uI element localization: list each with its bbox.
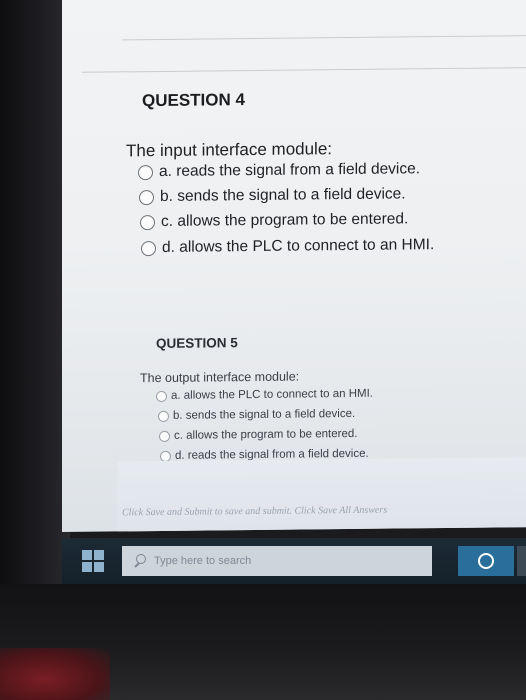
background-object — [0, 648, 110, 700]
quiz-screen: QUESTION 4 The input interface module: a… — [62, 0, 526, 532]
option-label: c. allows the program to be entered. — [174, 427, 358, 442]
question-5-title: QUESTION 5 — [156, 335, 238, 352]
option-label: a. allows the PLC to connect to an HMI. — [171, 387, 373, 402]
top-divider — [122, 35, 526, 41]
option-label: d. allows the PLC to connect to an HMI. — [162, 236, 435, 256]
radio-unchecked-icon[interactable] — [156, 390, 167, 402]
taskbar-search-box[interactable]: Type here to search — [122, 546, 432, 576]
question4-divider — [82, 67, 526, 73]
question-5-option-c[interactable]: c. allows the program to be entered. — [159, 428, 357, 442]
question-4-option-d[interactable]: d. allows the PLC to connect to an HMI. — [141, 236, 434, 257]
question-5-option-b[interactable]: b. sends the signal to a field device. — [158, 408, 355, 422]
question-5-option-a[interactable]: a. allows the PLC to connect to an HMI. — [156, 388, 373, 402]
task-view-button[interactable] — [517, 546, 526, 576]
question-5-text: The output interface module: — [140, 369, 300, 386]
windows-start-icon[interactable] — [82, 550, 104, 572]
question-4-option-a[interactable]: a. reads the signal from a field device. — [138, 160, 420, 181]
radio-unchecked-icon[interactable] — [139, 189, 154, 205]
search-placeholder: Type here to search — [154, 555, 252, 567]
question-4-option-c[interactable]: c. allows the program to be entered. — [140, 210, 408, 231]
radio-unchecked-icon[interactable] — [141, 240, 156, 256]
option-label: c. allows the program to be entered. — [161, 210, 409, 230]
radio-unchecked-icon[interactable] — [158, 410, 169, 422]
radio-unchecked-icon[interactable] — [140, 214, 155, 230]
question-4-text: The input interface module: — [126, 139, 333, 161]
windows-taskbar: Type here to search — [62, 538, 526, 584]
option-label: a. reads the signal from a field device. — [159, 160, 421, 180]
search-icon — [132, 553, 148, 569]
option-label: b. sends the signal to a field device. — [160, 185, 406, 205]
submit-footer — [117, 457, 526, 532]
monitor-bezel-left — [0, 0, 70, 600]
cortana-icon[interactable] — [458, 546, 514, 576]
question-4-option-b[interactable]: b. sends the signal to a field device. — [139, 185, 406, 206]
radio-unchecked-icon[interactable] — [160, 450, 171, 462]
option-label: b. sends the signal to a field device. — [173, 407, 356, 422]
circle-icon — [478, 553, 494, 569]
radio-unchecked-icon[interactable] — [159, 430, 170, 442]
question-4-title: QUESTION 4 — [142, 90, 245, 111]
radio-unchecked-icon[interactable] — [138, 164, 153, 180]
